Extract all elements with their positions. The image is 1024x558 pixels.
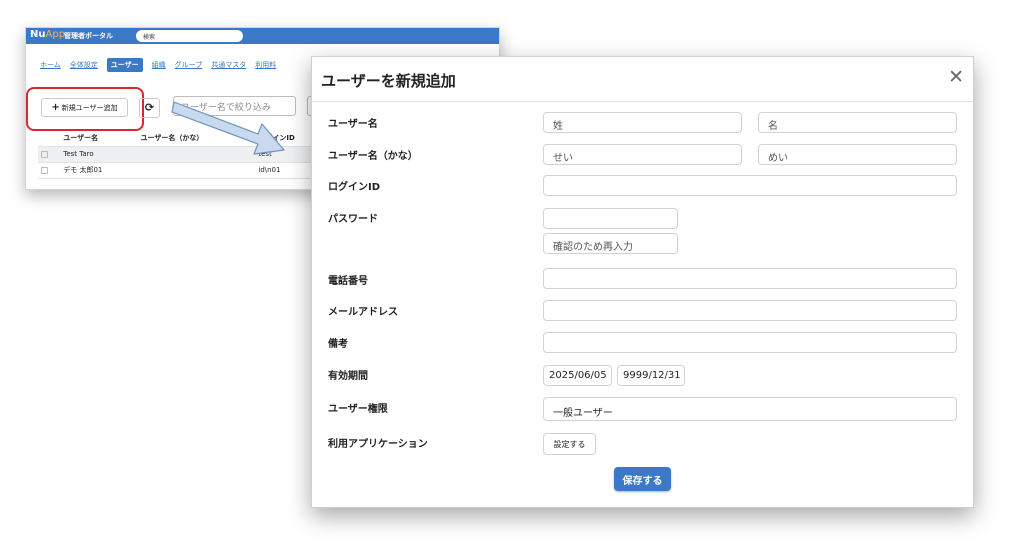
add-user-modal: ユーザーを新規追加 ✕ ユーザー名 姓 名 ユーザー名（かな） せい めい ログ… xyxy=(311,56,974,508)
table-row[interactable]: デモ 太郎01 id\n01 xyxy=(38,162,328,179)
table-cell-username: Test Taro xyxy=(60,146,138,163)
password-label: パスワード xyxy=(328,214,378,225)
checkbox-icon xyxy=(41,166,48,174)
nav-users[interactable]: ユーザー xyxy=(106,58,143,72)
email-label: メールアドレス xyxy=(328,307,398,318)
nav-home[interactable]: ホーム xyxy=(40,60,61,70)
main-nav: ホーム 全体設定 ユーザー 組織 グループ 共通マスタ 利用料 xyxy=(40,58,276,72)
username-kana-label: ユーザー名（かな） xyxy=(328,151,418,162)
login-id-label: ログインID xyxy=(328,182,381,193)
validity-label: 有効期間 xyxy=(328,371,368,382)
app-logo[interactable]: NuApp xyxy=(30,29,65,40)
stage: NuApp 管理者ポータル 検索 ホーム 全体設定 ユーザー 組織 グループ 共… xyxy=(0,0,1024,558)
app-settings-button[interactable]: 設定する xyxy=(543,433,596,455)
phone-label: 電話番号 xyxy=(328,276,368,287)
refresh-icon[interactable]: ⟳ xyxy=(139,98,160,118)
callout-arrow-icon xyxy=(171,101,285,155)
password-input[interactable] xyxy=(543,208,678,229)
logo-accent-text: App xyxy=(45,29,66,40)
table-cell-username: デモ 太郎01 xyxy=(60,162,138,179)
username-label: ユーザー名 xyxy=(328,119,378,130)
valid-from-input[interactable]: 2025/06/05 xyxy=(543,365,612,386)
password-confirm-input[interactable]: 確認のため再入力 xyxy=(543,233,678,254)
notes-input[interactable] xyxy=(543,332,957,353)
table-header-select xyxy=(38,130,61,147)
row-checkbox[interactable] xyxy=(38,146,61,163)
table-cell-username-kana xyxy=(137,162,256,179)
phone-input[interactable] xyxy=(543,268,957,289)
role-select[interactable]: 一般ユーザー xyxy=(543,397,957,421)
first-name-input[interactable]: 名 xyxy=(758,112,957,133)
last-name-kana-input[interactable]: せい xyxy=(543,144,742,165)
first-name-kana-input[interactable]: めい xyxy=(758,144,957,165)
nav-groups[interactable]: グループ xyxy=(175,60,203,70)
checkbox-icon xyxy=(41,150,48,158)
last-name-input[interactable]: 姓 xyxy=(543,112,742,133)
search-input[interactable]: 検索 xyxy=(136,30,243,42)
nav-usage-fee[interactable]: 利用料 xyxy=(255,60,276,70)
save-button[interactable]: 保存する xyxy=(614,467,671,491)
table-header-username: ユーザー名 xyxy=(60,130,138,147)
portal-title: 管理者ポータル xyxy=(64,32,113,40)
email-input[interactable] xyxy=(543,300,957,321)
nav-common-master[interactable]: 共通マスタ xyxy=(211,60,246,70)
nav-general-settings[interactable]: 全体設定 xyxy=(70,60,98,70)
modal-title: ユーザーを新規追加 xyxy=(321,72,456,90)
top-bar: NuApp 管理者ポータル 検索 xyxy=(26,28,499,44)
nav-organization[interactable]: 組織 xyxy=(152,60,166,70)
apps-label: 利用アプリケーション xyxy=(328,439,428,450)
notes-label: 備考 xyxy=(328,339,348,350)
role-label: ユーザー権限 xyxy=(328,404,388,415)
close-icon[interactable]: ✕ xyxy=(948,68,964,87)
row-checkbox[interactable] xyxy=(38,162,61,179)
login-id-input[interactable] xyxy=(543,175,957,196)
highlight-box xyxy=(26,87,144,131)
modal-header: ユーザーを新規追加 ✕ xyxy=(312,57,973,102)
valid-to-input[interactable]: 9999/12/31 xyxy=(617,365,685,386)
logo-main-text: Nu xyxy=(30,29,46,40)
